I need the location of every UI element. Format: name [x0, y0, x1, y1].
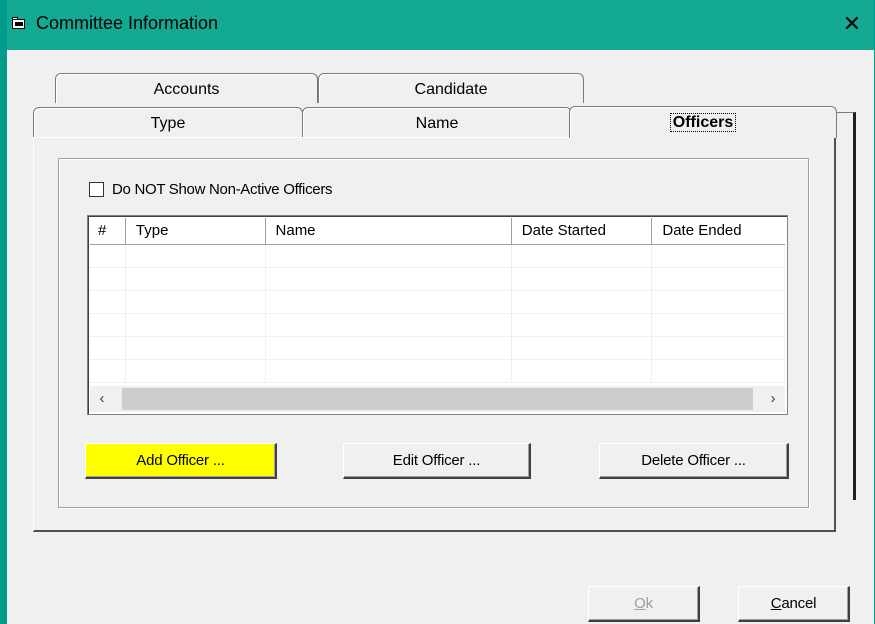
cancel-button[interactable]: Cancel [738, 586, 850, 622]
table-cell-empty [126, 360, 266, 382]
committee-information-window: Committee Information ✕ Accounts Candida… [0, 0, 875, 624]
column-header-date-started[interactable]: Date Started [511, 218, 653, 244]
tab-name-label: Name [415, 115, 459, 132]
table-cell-empty [652, 245, 785, 267]
tab-candidate[interactable]: Candidate [318, 73, 584, 103]
table-cell-empty [126, 291, 266, 313]
ok-mnemonic: O [634, 595, 646, 612]
table-cell-empty [266, 314, 512, 336]
close-button[interactable]: ✕ [829, 0, 875, 50]
officers-grid[interactable]: # Type Name Date Started Date Ended ‹ › [87, 215, 788, 415]
table-cell-empty [90, 337, 126, 359]
tab-officers[interactable]: Officers [569, 106, 837, 138]
column-header-number[interactable]: # [90, 218, 126, 244]
tab-accounts-label: Accounts [153, 81, 220, 98]
ok-button[interactable]: Ok [588, 586, 700, 622]
column-header-date-ended[interactable]: Date Ended [652, 218, 785, 244]
table-cell-empty [266, 291, 512, 313]
edit-officer-button[interactable]: Edit Officer ... [343, 443, 531, 479]
column-header-type[interactable]: Type [125, 218, 266, 244]
grid-body[interactable] [90, 245, 785, 385]
hide-inactive-officers-checkbox[interactable]: Do NOT Show Non-Active Officers [89, 179, 333, 199]
cancel-label-rest: ancel [781, 595, 817, 612]
table-cell-empty [512, 291, 653, 313]
table-cell-empty [266, 337, 512, 359]
table-cell-empty [652, 360, 785, 382]
scrollbar-thumb[interactable] [122, 388, 753, 410]
table-row-empty[interactable] [90, 360, 785, 383]
folder-icon [12, 17, 25, 29]
window-border-left [0, 0, 7, 624]
table-cell-empty [90, 245, 126, 267]
table-row-empty[interactable] [90, 291, 785, 314]
table-cell-empty [512, 268, 653, 290]
table-cell-empty [652, 268, 785, 290]
officers-group: Do NOT Show Non-Active Officers # Type N… [58, 158, 809, 508]
table-cell-empty [652, 314, 785, 336]
hide-inactive-officers-label: Do NOT Show Non-Active Officers [112, 180, 333, 198]
table-cell-empty [512, 360, 653, 382]
table-cell-empty [266, 268, 512, 290]
table-cell-empty [652, 337, 785, 359]
scroll-right-arrow-icon[interactable]: › [761, 386, 785, 412]
tab-candidate-label: Candidate [414, 81, 488, 98]
tab-name[interactable]: Name [302, 107, 572, 137]
table-cell-empty [512, 314, 653, 336]
tab-officers-label: Officers [669, 113, 737, 132]
table-cell-empty [652, 291, 785, 313]
cancel-mnemonic: C [770, 595, 782, 612]
checkbox-box[interactable] [89, 181, 104, 197]
ok-label-rest: k [645, 595, 654, 612]
title-bar: Committee Information ✕ [0, 0, 875, 50]
table-cell-empty [126, 268, 266, 290]
table-row-empty[interactable] [90, 245, 785, 268]
table-cell-empty [126, 337, 266, 359]
column-header-name[interactable]: Name [265, 218, 512, 244]
table-cell-empty [266, 245, 512, 267]
table-cell-empty [266, 360, 512, 382]
scroll-left-arrow-icon[interactable]: ‹ [90, 386, 114, 412]
horizontal-scrollbar[interactable]: ‹ › [90, 386, 785, 412]
table-cell-empty [512, 337, 653, 359]
table-row-empty[interactable] [90, 314, 785, 337]
table-cell-empty [512, 245, 653, 267]
tab-type[interactable]: Type [33, 107, 303, 137]
window-title: Committee Information [36, 13, 219, 33]
table-cell-empty [90, 314, 126, 336]
table-cell-empty [90, 360, 126, 382]
tab-type-label: Type [150, 115, 186, 132]
delete-officer-button[interactable]: Delete Officer ... [599, 443, 789, 479]
grid-header: # Type Name Date Started Date Ended [90, 218, 785, 245]
officers-panel: Do NOT Show Non-Active Officers # Type N… [33, 137, 836, 532]
table-cell-empty [126, 314, 266, 336]
table-cell-empty [90, 291, 126, 313]
table-cell-empty [90, 268, 126, 290]
table-row-empty[interactable] [90, 268, 785, 291]
add-officer-button[interactable]: Add Officer ... [85, 443, 277, 479]
table-row-empty[interactable] [90, 337, 785, 360]
table-cell-empty [126, 245, 266, 267]
tab-accounts[interactable]: Accounts [55, 73, 318, 103]
